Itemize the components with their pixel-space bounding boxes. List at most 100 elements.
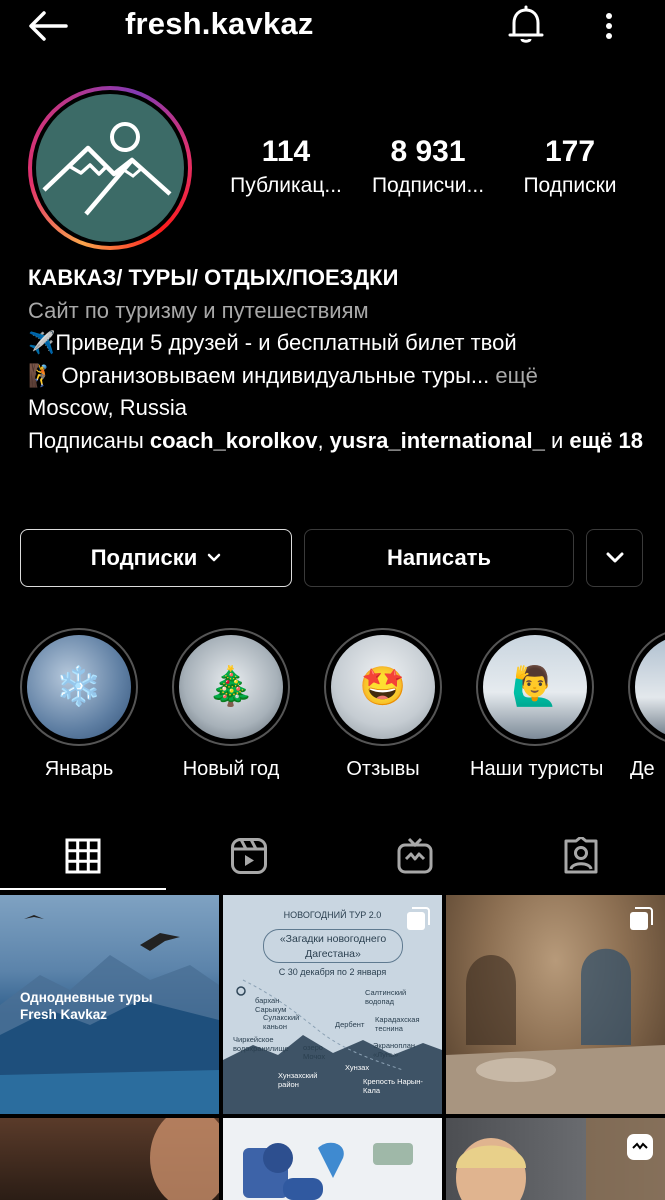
profile-name: КАВКАЗ/ ТУРЫ/ ОТДЫХ/ПОЕЗДКИ (28, 265, 399, 290)
tagged-person-icon (564, 837, 598, 874)
snowflake-icon: ❄️ (27, 635, 131, 739)
christmas-tree-icon: 🎄 (179, 635, 283, 739)
following-label: Подписки (523, 174, 617, 197)
post-row2-1[interactable] (0, 1118, 219, 1200)
multiple-photos-icon (407, 907, 430, 930)
followers-count: 8 931 (390, 135, 466, 168)
followed-by-user-2[interactable]: yusra_international_ (330, 428, 545, 453)
avatar-frame (32, 90, 188, 246)
highlight-january[interactable]: ❄️ Январь (14, 628, 144, 781)
chevron-down-icon (208, 553, 221, 562)
map-label: Крепость Нарын-Кала (363, 1077, 423, 1095)
post-row2-3[interactable] (446, 1118, 665, 1200)
highlight-label: Отзывы (346, 758, 420, 780)
followed-by-user-1[interactable]: coach_korolkov (150, 428, 318, 453)
reels-icon (231, 838, 267, 874)
post-row2-2[interactable] (223, 1118, 442, 1200)
post-caption-line-2: Fresh Kavkaz (20, 1007, 108, 1022)
post-bathhouse[interactable] (446, 895, 665, 1114)
message-button-label: Написать (387, 545, 491, 570)
highlight-label: Де (630, 758, 655, 780)
chevron-down-icon (606, 552, 623, 563)
profile-avatar[interactable] (28, 86, 192, 250)
profile-tabs (0, 820, 665, 892)
igtv-icon (397, 837, 433, 874)
posts-count-stat[interactable]: 114 Публикац... (216, 134, 356, 198)
posts-count: 114 (261, 135, 311, 168)
posts-grid: Однодневные туры Fresh Kavkaz НОВОГОДНИЙ… (0, 895, 665, 1200)
tab-reels[interactable] (166, 820, 332, 892)
raising-hand-emoji-icon: 🙋‍♂️ (483, 635, 587, 739)
highlight-new-year[interactable]: 🎄 Новый год (166, 628, 296, 781)
posts-label: Публикац... (230, 174, 342, 197)
message-button[interactable]: Написать (304, 529, 574, 587)
highlight-ring: 🎄 (172, 628, 290, 746)
map-label: Карадахская теснина (375, 1015, 420, 1033)
post-caption-line-1: Однодневные туры (20, 990, 153, 1005)
followers-count-stat[interactable]: 8 931 Подписчи... (358, 134, 498, 198)
followed-by-and: и (544, 427, 570, 453)
profile-username: fresh.kavkaz (125, 6, 314, 41)
mountains-logo-icon (36, 94, 184, 242)
highlight-partial[interactable]: Де (622, 628, 665, 781)
profile-category: Сайт по туризму и путешествиям (28, 297, 369, 323)
following-count: 177 (544, 135, 596, 168)
back-arrow-icon[interactable] (26, 8, 70, 44)
followers-label: Подписчи... (371, 174, 485, 197)
notifications-bell-icon[interactable] (506, 4, 546, 46)
active-tab-indicator (0, 888, 166, 890)
bio-line-2: 🧗 Организовываем индивидуальные туры... (28, 362, 490, 388)
following-button-label: Подписки (90, 545, 198, 570)
map-label: Дербент (335, 1020, 365, 1029)
map-label: Хунзах (345, 1063, 370, 1072)
highlight-ring: 🙋‍♂️ (476, 628, 594, 746)
bio-line-2-row: 🧗 Организовываем индивидуальные туры... … (28, 360, 648, 393)
followed-by-separator: , (317, 427, 330, 453)
highlight-ring (628, 628, 665, 746)
top-bar: fresh.kavkaz (0, 0, 665, 54)
post-tour-title: «Загадки новогоднего Дагестана» (263, 929, 403, 963)
tab-posts-grid[interactable] (0, 820, 166, 892)
following-count-stat[interactable]: 177 Подписки (500, 134, 640, 198)
map-label: Сулакский каньон (263, 1013, 300, 1031)
tab-tagged[interactable] (498, 820, 664, 892)
post-portrait-scene (150, 1118, 219, 1200)
map-label: Экраноплан «Лунь» (373, 1041, 416, 1059)
suggested-accounts-button[interactable] (586, 529, 643, 587)
post-one-day-tours[interactable]: Однодневные туры Fresh Kavkaz (0, 895, 219, 1114)
post-caption: Однодневные туры Fresh Kavkaz (20, 989, 152, 1023)
post-tour-title-line-2: Дагестана» (305, 948, 361, 960)
bio-line-1: ✈️Приведи 5 друзей - и бесплатный билет … (28, 330, 517, 355)
map-label: бархан Сарыкум (255, 996, 287, 1014)
highlight-cover (635, 635, 665, 739)
highlight-reviews[interactable]: 🤩 Отзывы (318, 628, 448, 781)
followed-by-prefix: Подписаны (28, 427, 150, 453)
highlight-ring: ❄️ (20, 628, 138, 746)
highlight-label: Новый год (182, 758, 280, 780)
map-label: Чиркейское водохранилище (233, 1035, 289, 1053)
story-highlights: ❄️ Январь 🎄 Новый год 🤩 Отзывы 🙋‍♂️ Наши… (0, 628, 665, 798)
post-gear-scene (243, 1142, 413, 1200)
following-button[interactable]: Подписки (20, 529, 292, 587)
map-label: Салтинский водопад (365, 988, 407, 1006)
followed-by[interactable]: Подписаны coach_korolkov, yusra_internat… (28, 425, 648, 458)
followed-by-more[interactable]: ещё 18 (569, 428, 643, 453)
grid-icon (65, 838, 101, 874)
profile-bio: КАВКАЗ/ ТУРЫ/ ОТДЫХ/ПОЕЗДКИ Сайт по тури… (28, 262, 648, 457)
map-label: озеро Мочох (303, 1043, 326, 1061)
profile-location[interactable]: Moscow, Russia (28, 392, 648, 425)
reel-icon (627, 1134, 653, 1160)
highlight-label: Наши туристы (470, 758, 604, 780)
highlight-ring: 🤩 (324, 628, 442, 746)
more-options-icon[interactable] (596, 8, 622, 44)
post-tour-dates: С 30 декабря по 2 января (278, 967, 387, 977)
multiple-photos-icon (630, 907, 653, 930)
post-tour-title-line-1: «Загадки новогоднего (279, 933, 387, 945)
highlight-our-tourists[interactable]: 🙋‍♂️ Наши туристы (470, 628, 604, 781)
tab-igtv[interactable] (332, 820, 498, 892)
highlight-label: Январь (44, 758, 114, 780)
star-struck-emoji-icon: 🤩 (331, 635, 435, 739)
map-label: Хунзахский район (278, 1071, 318, 1089)
bio-more-link[interactable]: ещё (489, 363, 538, 388)
post-new-year-tour[interactable]: НОВОГОДНИЙ ТУР 2.0 «Загадки новогоднего … (223, 895, 442, 1114)
